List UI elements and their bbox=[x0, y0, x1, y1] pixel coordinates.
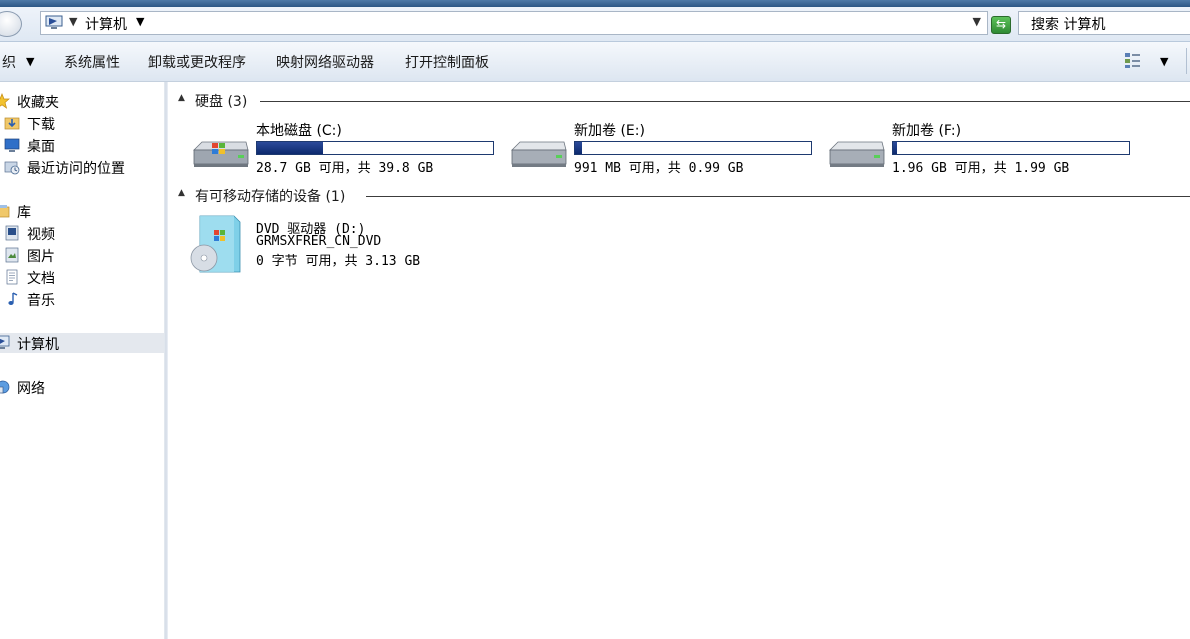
network-icon bbox=[0, 380, 10, 394]
collapse-triangle-icon[interactable]: ▲ bbox=[178, 93, 185, 103]
nav-videos-label: 视频 bbox=[27, 227, 55, 243]
nav-recent-places[interactable]: 最近访问的位置 bbox=[0, 157, 164, 177]
nav-pictures-label: 图片 bbox=[27, 249, 55, 265]
nav-music[interactable]: 音乐 bbox=[0, 289, 164, 309]
dvd-free-space: 0 字节 可用，共 3.13 GB bbox=[256, 254, 421, 269]
nav-pictures[interactable]: 图片 bbox=[0, 245, 164, 265]
collapse-triangle-icon[interactable]: ▲ bbox=[178, 188, 185, 198]
nav-computer[interactable]: 计算机 bbox=[0, 333, 164, 353]
group-title-removable: 有可移动存储的设备 (1) bbox=[195, 189, 346, 205]
nav-favorites[interactable]: 收藏夹 bbox=[0, 91, 164, 111]
group-title-hard-disks: 硬盘 (3) bbox=[195, 94, 248, 110]
computer-nav-icon bbox=[0, 335, 10, 349]
drive-usage-bar bbox=[256, 141, 494, 155]
nav-libraries-label: 库 bbox=[17, 205, 31, 221]
nav-recent-places-label: 最近访问的位置 bbox=[27, 161, 125, 177]
back-button[interactable] bbox=[0, 11, 22, 37]
uninstall-program-button[interactable]: 卸载或更改程序 bbox=[148, 52, 246, 72]
nav-downloads[interactable]: 下载 bbox=[0, 113, 164, 133]
libraries-icon bbox=[0, 205, 10, 218]
drive-usage-fill bbox=[575, 142, 582, 154]
drive-name: 新加卷 (F:) bbox=[892, 123, 962, 139]
drive-free-space: 991 MB 可用，共 0.99 GB bbox=[574, 161, 744, 176]
drive-usage-bar bbox=[892, 141, 1130, 155]
nav-downloads-label: 下载 bbox=[27, 117, 55, 133]
search-placeholder: 搜索 计算机 bbox=[1031, 17, 1106, 33]
downloads-folder-icon bbox=[4, 117, 20, 130]
search-input[interactable]: 搜索 计算机 bbox=[1018, 11, 1190, 35]
nav-libraries[interactable]: 库 bbox=[0, 201, 164, 221]
hard-drive-icon bbox=[511, 141, 567, 167]
nav-computer-label: 计算机 bbox=[17, 337, 59, 353]
documents-library-icon bbox=[6, 269, 18, 285]
title-bar bbox=[0, 0, 1190, 7]
group-header-hard-disks[interactable]: ▲ 硬盘 (3) bbox=[178, 91, 1190, 111]
recent-places-icon bbox=[4, 161, 20, 175]
organize-button[interactable]: 织 bbox=[2, 52, 16, 72]
nav-music-label: 音乐 bbox=[27, 293, 55, 309]
nav-desktop-label: 桌面 bbox=[27, 139, 55, 155]
drive-name: 新加卷 (E:) bbox=[574, 123, 645, 139]
dvd-volume-label: GRMSXFRER_CN_DVD bbox=[256, 234, 382, 249]
drive-usage-fill bbox=[893, 142, 897, 154]
computer-icon bbox=[45, 15, 63, 29]
refresh-button[interactable]: ⇆ bbox=[991, 16, 1011, 34]
address-row: ▼ 计算机 ▼ ▼ ⇆ 搜索 计算机 bbox=[0, 7, 1190, 42]
nav-network[interactable]: 网络 bbox=[0, 377, 164, 397]
group-divider-line bbox=[260, 101, 1190, 102]
drive-name: 本地磁盘 (C:) bbox=[256, 123, 342, 139]
dvd-drive-tile[interactable]: DVD 驱动器 (D:) GRMSXFRER_CN_DVD 0 字节 可用，共 … bbox=[190, 214, 490, 278]
address-bar[interactable]: ▼ 计算机 ▼ ▼ bbox=[40, 11, 988, 35]
address-dropdown-icon[interactable]: ▼ bbox=[973, 15, 981, 28]
nav-videos[interactable]: 视频 bbox=[0, 223, 164, 243]
pictures-library-icon bbox=[5, 247, 19, 263]
group-header-removable[interactable]: ▲ 有可移动存储的设备 (1) bbox=[178, 186, 1190, 206]
toolbar-separator bbox=[1186, 48, 1187, 74]
content-pane: ▲ 硬盘 (3) 本地磁盘 (C:) 28.7 GB 可用，共 39.8 GB … bbox=[168, 82, 1190, 639]
explorer-window: ▼ 计算机 ▼ ▼ ⇆ 搜索 计算机 织 ▼ 系统属性 卸载或更改程序 映射网络… bbox=[0, 0, 1190, 639]
nav-desktop[interactable]: 桌面 bbox=[0, 135, 164, 155]
videos-library-icon bbox=[5, 225, 19, 241]
view-chevron-down-icon[interactable]: ▼ bbox=[1160, 55, 1168, 68]
nav-network-label: 网络 bbox=[17, 381, 45, 397]
nav-documents-label: 文档 bbox=[27, 271, 55, 287]
desktop-icon bbox=[4, 138, 20, 152]
system-properties-button[interactable]: 系统属性 bbox=[64, 52, 120, 72]
breadcrumb-chevron-down-icon[interactable]: ▼ bbox=[136, 15, 144, 28]
breadcrumb-arrow-icon[interactable]: ▼ bbox=[69, 15, 77, 28]
organize-chevron-down-icon[interactable]: ▼ bbox=[26, 55, 34, 68]
drive-usage-bar bbox=[574, 141, 812, 155]
map-network-drive-button[interactable]: 映射网络驱动器 bbox=[276, 52, 374, 72]
group-divider-line bbox=[366, 196, 1190, 197]
star-icon bbox=[0, 93, 10, 109]
nav-documents[interactable]: 文档 bbox=[0, 267, 164, 287]
breadcrumb-computer[interactable]: 计算机 bbox=[85, 14, 127, 34]
drive-tile-e[interactable]: 新加卷 (E:) 991 MB 可用，共 0.99 GB bbox=[508, 120, 812, 180]
hard-drive-windows-icon bbox=[193, 141, 249, 167]
dvd-drive-icon bbox=[190, 215, 241, 273]
drive-usage-fill bbox=[257, 142, 323, 154]
nav-favorites-label: 收藏夹 bbox=[17, 95, 59, 111]
drive-tile-c[interactable]: 本地磁盘 (C:) 28.7 GB 可用，共 39.8 GB bbox=[190, 120, 494, 180]
view-options-icon[interactable] bbox=[1124, 51, 1142, 69]
command-toolbar: 织 ▼ 系统属性 卸载或更改程序 映射网络驱动器 打开控制面板 ▼ bbox=[0, 42, 1190, 82]
drive-tile-f[interactable]: 新加卷 (F:) 1.96 GB 可用，共 1.99 GB bbox=[826, 120, 1130, 180]
refresh-icon: ⇆ bbox=[995, 17, 1007, 31]
drive-free-space: 1.96 GB 可用，共 1.99 GB bbox=[892, 161, 1070, 176]
drive-free-space: 28.7 GB 可用，共 39.8 GB bbox=[256, 161, 434, 176]
music-library-icon bbox=[8, 292, 18, 305]
open-control-panel-button[interactable]: 打开控制面板 bbox=[405, 52, 489, 72]
hard-drive-icon bbox=[829, 141, 885, 167]
navigation-pane: 收藏夹 下载 桌面 最近访问的位置 库 视频 图片 文档 音乐 计算机 网络 bbox=[0, 82, 164, 639]
